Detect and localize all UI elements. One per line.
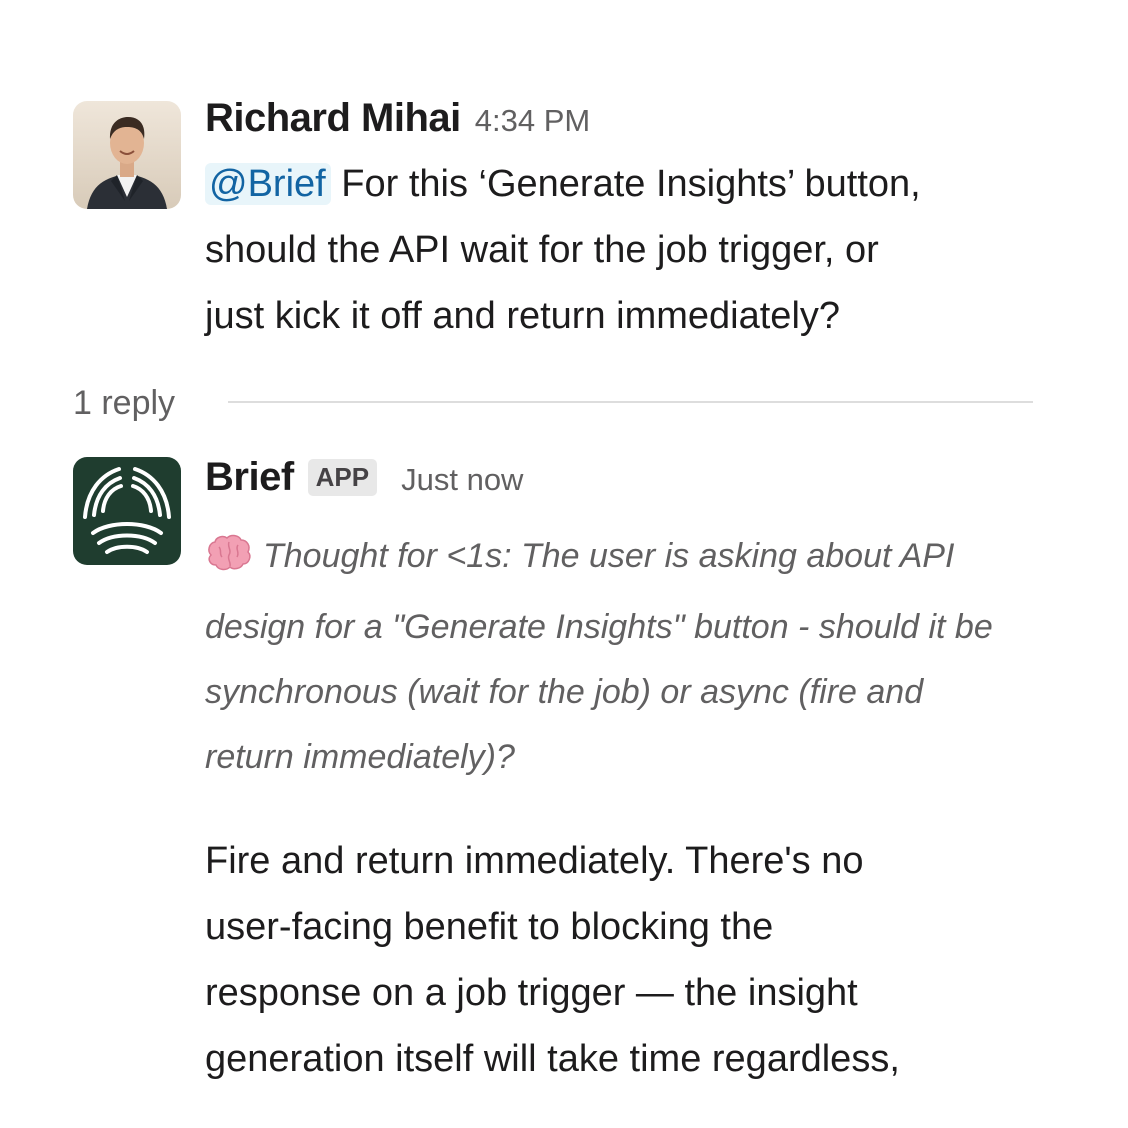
thought-block: Thought for <1s: The user is asking abou…	[205, 524, 1065, 790]
message-header: Brief APP Just now	[205, 455, 1065, 505]
message-line: should the API wait for the job trigger,…	[205, 229, 879, 271]
timestamp[interactable]: Just now	[401, 462, 523, 498]
app-badge: APP	[307, 459, 378, 496]
message-header: Richard Mihai 4:34 PM	[205, 96, 1065, 146]
sender-name[interactable]: Richard Mihai	[205, 96, 461, 141]
brief-logo-icon	[73, 457, 181, 565]
response-text: Fire and return immediately. There's no …	[205, 828, 1065, 1092]
brain-icon-svg	[208, 534, 251, 571]
mention-brief[interactable]: @Brief	[205, 163, 331, 205]
message-line: For this ‘Generate Insights’ button,	[341, 163, 921, 205]
timestamp[interactable]: 4:34 PM	[475, 103, 590, 139]
thought-line: design for a "Generate Insights" button …	[205, 608, 993, 646]
response-line: Fire and return immediately. There's no	[205, 840, 864, 882]
thread-reply-divider: 1 reply	[73, 378, 1033, 428]
avatar-richard[interactable]	[73, 101, 181, 209]
avatar-brief[interactable]	[73, 457, 181, 565]
sender-name[interactable]: Brief	[205, 455, 294, 500]
thought-line: Thought for <1s: The user is asking abou…	[263, 537, 955, 575]
divider-line	[228, 401, 1033, 403]
response-line: response on a job trigger — the insight	[205, 972, 858, 1014]
brain-icon	[205, 530, 255, 595]
response-line: generation itself will take time regardl…	[205, 1038, 900, 1080]
reply-count-link[interactable]: 1 reply	[73, 378, 175, 428]
user-photo-icon	[73, 101, 181, 209]
message-text: @Brief For this ‘Generate Insights’ butt…	[205, 151, 1065, 349]
message-line: just kick it off and return immediately?	[205, 295, 841, 337]
thought-line: return immediately)?	[205, 738, 515, 776]
response-line: user-facing benefit to blocking the	[205, 906, 774, 948]
thought-line: synchronous (wait for the job) or async …	[205, 673, 924, 711]
